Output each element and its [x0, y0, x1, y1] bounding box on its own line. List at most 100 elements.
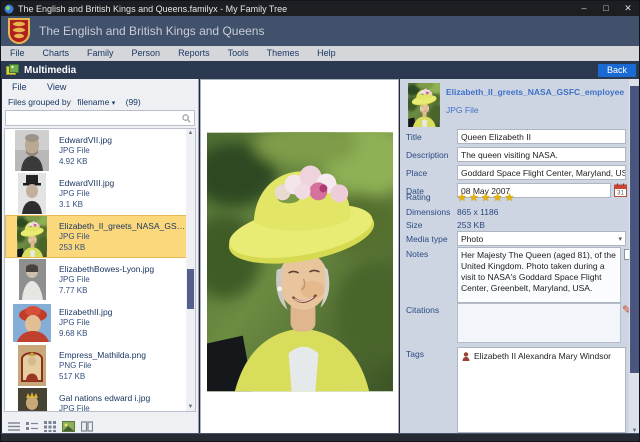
- menu-file[interactable]: File: [1, 46, 34, 61]
- search-box: [5, 110, 195, 126]
- rating-stars[interactable]: ★★★★★: [457, 191, 516, 204]
- elizabeth-nasa-thumbnail: [17, 216, 47, 257]
- citations-label: Citations: [406, 305, 439, 315]
- chevron-down-icon[interactable]: ▾: [112, 100, 116, 107]
- edward-i-thumbnail: [18, 388, 47, 412]
- file-title: The English and British Kings and Queens: [39, 24, 264, 38]
- file-list-panel: File View Files grouped by filename ▾ (9…: [2, 79, 199, 435]
- details-thumbnail: [408, 83, 440, 127]
- scrollbar-thumb[interactable]: [187, 269, 194, 309]
- person-icon: [462, 352, 470, 361]
- dimensions-label: Dimensions: [406, 207, 450, 217]
- file-name: Elizabeth_II_greets_NASA_GSFC_empl...: [59, 221, 187, 231]
- scroll-up-icon[interactable]: ▲: [186, 130, 195, 136]
- view-list-icon[interactable]: [8, 421, 20, 432]
- scroll-down-icon[interactable]: ▼: [186, 404, 195, 410]
- file-type: JPG File: [59, 145, 112, 156]
- menu-person[interactable]: Person: [123, 46, 170, 61]
- size-label: Size: [406, 220, 423, 230]
- size-value: 253 KB: [457, 220, 485, 230]
- file-name: EdwardVIII.jpg: [59, 178, 114, 188]
- details-panel: Elizabeth_II_greets_NASA_GSFC_employees.…: [400, 79, 629, 435]
- view-thumbnails-icon[interactable]: [62, 421, 75, 432]
- file-type: JPG File: [59, 231, 187, 242]
- file-type: PNG File: [59, 360, 146, 371]
- media-type-select[interactable]: Photo ▾: [457, 231, 626, 246]
- file-type: JPG File: [59, 403, 150, 413]
- menu-themes[interactable]: Themes: [258, 46, 309, 61]
- menu-help[interactable]: Help: [308, 46, 345, 61]
- list-item-selected[interactable]: Elizabeth_II_greets_NASA_GSFC_empl... JP…: [5, 215, 195, 258]
- file-list-scrollbar[interactable]: ▲ ▼: [186, 129, 195, 411]
- edward-vii-thumbnail: [15, 130, 49, 171]
- tag-entry[interactable]: Elizabeth II Alexandra Mary Windsor: [462, 351, 621, 361]
- menu-charts[interactable]: Charts: [34, 46, 79, 61]
- menu-family[interactable]: Family: [78, 46, 123, 61]
- notes-label: Notes: [406, 249, 428, 259]
- app-icon: [4, 4, 14, 14]
- elizabeth-ii-thumbnail: [13, 304, 51, 342]
- file-list: EdwardVII.jpg JPG File 4.92 KB EdwardVII…: [4, 128, 196, 412]
- elizabeth-bowes-lyon-thumbnail: [19, 259, 46, 300]
- tags-field[interactable]: Elizabeth II Alexandra Mary Windsor: [457, 347, 626, 433]
- list-item[interactable]: ElizabethII.jpg JPG File 9.68 KB: [5, 301, 195, 344]
- royal-crest-icon: [8, 18, 30, 44]
- file-count: (99): [126, 97, 141, 107]
- menu-bar: File Charts Family Person Reports Tools …: [1, 46, 639, 61]
- place-field[interactable]: Goddard Space Flight Center, Maryland, U…: [457, 165, 626, 180]
- calendar-icon[interactable]: 31: [614, 183, 627, 197]
- scrollbar-thumb[interactable]: [630, 86, 639, 373]
- file-name: ElizabethII.jpg: [59, 307, 112, 317]
- window-bottom-frame: [1, 433, 639, 441]
- app-window: The English and British Kings and Queens…: [0, 0, 640, 442]
- page-title: Multimedia: [24, 65, 76, 76]
- list-item[interactable]: Gal nations edward i.jpg JPG File 26.5 K…: [5, 387, 195, 412]
- search-icon: [182, 114, 191, 123]
- window-titlebar: The English and British Kings and Queens…: [1, 1, 639, 16]
- app-header: The English and British Kings and Queens: [1, 16, 639, 46]
- window-title: The English and British Kings and Queens…: [18, 4, 287, 14]
- tag-text: Elizabeth II Alexandra Mary Windsor: [474, 351, 611, 361]
- description-field[interactable]: The queen visiting NASA.: [457, 147, 626, 162]
- minimize-button[interactable]: –: [573, 1, 595, 16]
- maximize-button[interactable]: □: [595, 1, 617, 16]
- title-field[interactable]: Queen Elizabeth II: [457, 129, 626, 144]
- menu-tools[interactable]: Tools: [219, 46, 258, 61]
- group-by-field[interactable]: filename: [77, 97, 109, 107]
- back-button[interactable]: Back: [598, 64, 636, 77]
- view-small-icons-icon[interactable]: [44, 421, 56, 432]
- close-button[interactable]: ✕: [617, 1, 639, 16]
- details-scrollbar[interactable]: ▼: [629, 79, 640, 435]
- title-label: Title: [406, 132, 422, 142]
- menu-reports[interactable]: Reports: [169, 46, 219, 61]
- file-name: Empress_Mathilda.png: [59, 350, 146, 360]
- rating-label: Rating: [406, 192, 431, 202]
- search-input[interactable]: [8, 112, 178, 124]
- list-item[interactable]: ElizabethBowes-Lyon.jpg JPG File 7.77 KB: [5, 258, 195, 301]
- edward-viii-thumbnail: [18, 173, 46, 214]
- list-item[interactable]: EdwardVIII.jpg JPG File 3.1 KB: [5, 172, 195, 215]
- chevron-down-icon: ▾: [618, 235, 622, 243]
- dimensions-value: 865 x 1186: [457, 207, 498, 217]
- view-details-icon[interactable]: [26, 421, 38, 432]
- empress-mathilda-thumbnail: [18, 345, 46, 386]
- files-menu-view[interactable]: View: [47, 82, 66, 92]
- file-size: 4.92 KB: [59, 156, 112, 167]
- details-filename: Elizabeth_II_greets_NASA_GSFC_employees.…: [446, 87, 624, 97]
- multimedia-icon: [6, 64, 19, 76]
- file-size: 3.1 KB: [59, 199, 114, 210]
- details-filetype: JPG File: [446, 105, 479, 115]
- file-name: ElizabethBowes-Lyon.jpg: [59, 264, 154, 274]
- page-bar: Multimedia Back: [1, 61, 639, 79]
- file-type: JPG File: [59, 188, 114, 199]
- selected-photo: [207, 132, 393, 392]
- list-item[interactable]: EdwardVII.jpg JPG File 4.92 KB: [5, 129, 195, 172]
- tags-label: Tags: [406, 349, 424, 359]
- files-menu-file[interactable]: File: [12, 82, 27, 92]
- media-type-value: Photo: [461, 234, 483, 244]
- list-item[interactable]: Empress_Mathilda.png PNG File 517 KB: [5, 344, 195, 387]
- group-by-label: Files grouped by: [8, 97, 71, 107]
- view-tiles-icon[interactable]: [81, 421, 93, 432]
- citations-field[interactable]: [457, 303, 621, 343]
- notes-field[interactable]: Her Majesty The Queen (aged 81), of the …: [457, 247, 621, 303]
